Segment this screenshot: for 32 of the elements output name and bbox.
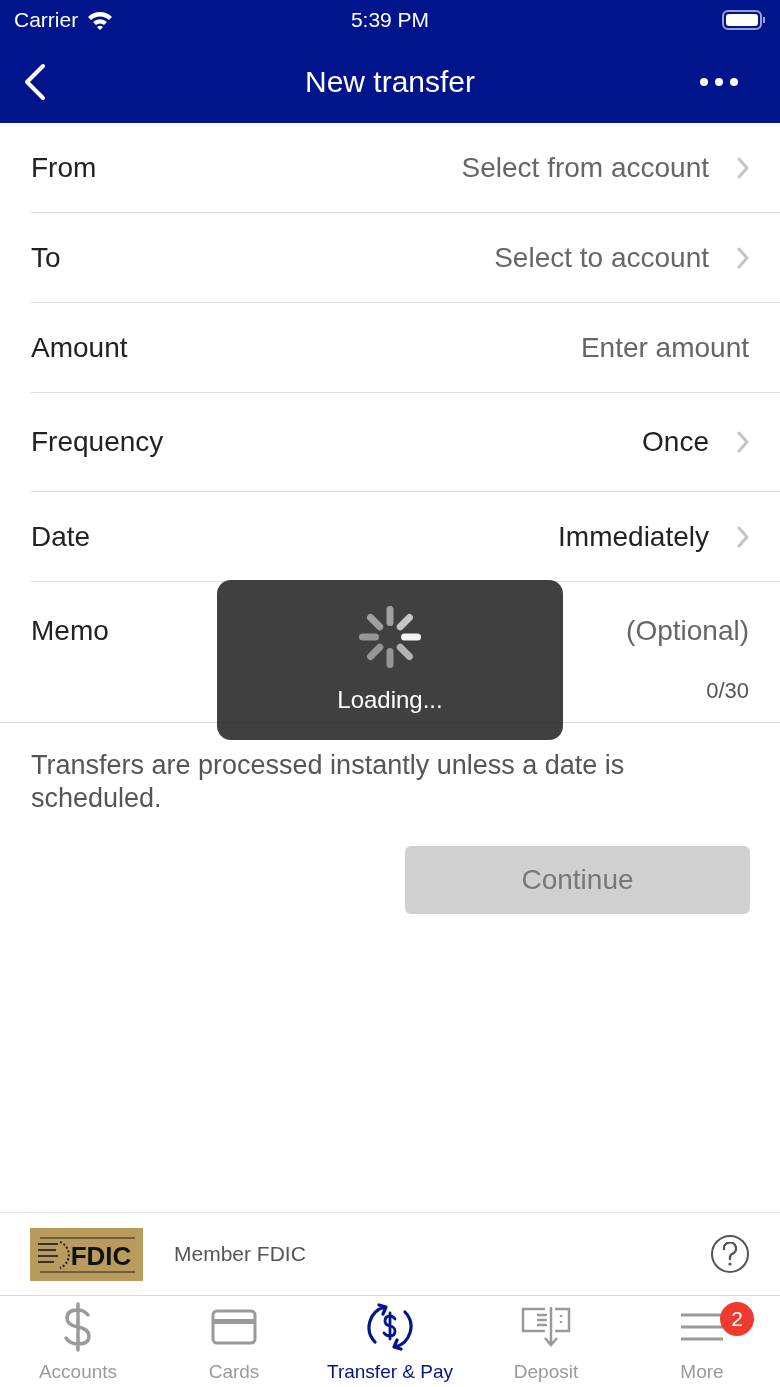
chevron-icon — [737, 525, 749, 548]
field-label: Memo — [31, 614, 109, 648]
chevron-icon — [737, 246, 749, 269]
input-field[interactable]: Enter amount — [349, 326, 749, 369]
field-label: Amount — [31, 330, 128, 365]
fdic-logo: FDIC — [30, 1227, 143, 1281]
field-label: Date — [31, 519, 91, 554]
tab-item[interactable]: More 2 — [624, 1296, 780, 1387]
info-text: Transfers are processed instantly unless a date is scheduled. — [30, 749, 626, 815]
more-options-button[interactable] — [700, 77, 738, 86]
notification-badge: 2 — [720, 1302, 754, 1336]
status-time: 5:39 PM — [350, 7, 430, 34]
select-field[interactable]: Immediately — [558, 515, 749, 558]
field-label: To — [31, 240, 61, 275]
character-counter: 0/30 — [706, 677, 749, 705]
tab-item[interactable]: Transfer & Pay — [312, 1296, 468, 1387]
screen-title: New transfer — [304, 64, 476, 100]
circular-arrows-dollar-icon — [365, 1302, 415, 1352]
chevron-icon — [737, 156, 749, 179]
select-field[interactable]: Select from account — [461, 146, 749, 189]
member-fdic-text: Member FDIC — [174, 1241, 306, 1268]
chevron-icon — [737, 431, 749, 453]
field-label: From — [31, 150, 97, 185]
help-icon[interactable] — [711, 1235, 749, 1273]
loading-text: Loading... — [337, 685, 443, 715]
battery-icon — [722, 9, 766, 31]
carrier-name: Carrier — [14, 7, 79, 34]
wifi-icon — [86, 9, 115, 31]
select-field[interactable]: Select to account — [494, 236, 749, 279]
field-label: Frequency — [31, 425, 164, 459]
spinner-icon — [357, 604, 423, 670]
select-field[interactable]: Once — [642, 421, 749, 463]
